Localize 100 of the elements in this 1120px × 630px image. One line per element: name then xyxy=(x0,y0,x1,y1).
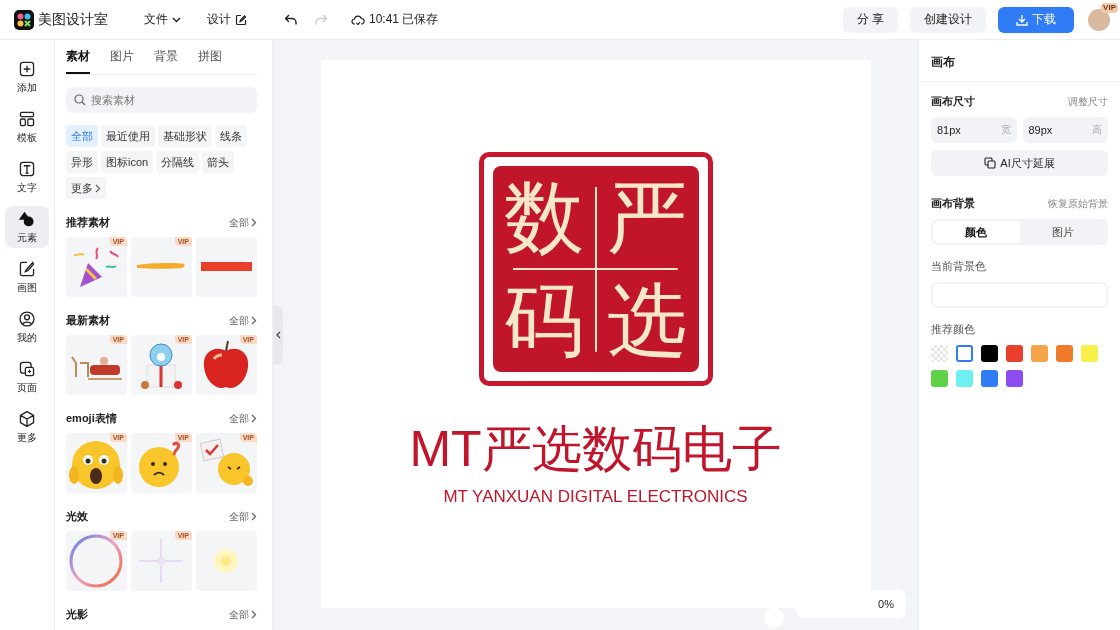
vip-badge: VIP xyxy=(1101,2,1118,13)
restore-background-link[interactable]: 恢复原始背景 xyxy=(1048,196,1108,211)
filter-chip[interactable]: 异形 xyxy=(66,151,98,173)
apple-drawing xyxy=(203,340,249,388)
plus-icon xyxy=(18,59,36,78)
color-swatch[interactable] xyxy=(956,345,973,362)
see-all-link[interactable]: 全部 xyxy=(229,607,257,622)
resize-icon xyxy=(984,157,997,169)
see-all-link[interactable]: 全部 xyxy=(229,215,257,230)
color-swatch[interactable] xyxy=(1006,370,1023,387)
sidebar-item[interactable]: 模板 xyxy=(5,106,49,148)
menu-item[interactable]: 设计 xyxy=(203,11,251,28)
tab[interactable]: 图片 xyxy=(110,47,134,74)
sidebar-item[interactable]: 添加 xyxy=(5,56,49,98)
filter-chip[interactable]: 全部 xyxy=(66,125,98,147)
field-label: 当前背景色 xyxy=(931,259,987,274)
filter-chip[interactable]: 基础形状 xyxy=(158,125,212,147)
confetti-drawing xyxy=(73,247,119,287)
bar-drawing xyxy=(201,262,252,271)
section-title: emoji表情 xyxy=(66,411,117,426)
layout-icon xyxy=(18,109,36,128)
download-button[interactable]: 下载 xyxy=(998,6,1074,33)
sidebar-item[interactable]: 更多 xyxy=(5,406,49,448)
color-swatch[interactable] xyxy=(981,345,998,362)
field-label: 推荐颜色 xyxy=(931,322,976,337)
section-label: 画布背景 xyxy=(931,196,975,211)
sticker-thumbnail[interactable] xyxy=(196,237,257,297)
unit-label: 高 xyxy=(1092,123,1102,137)
caret-icon xyxy=(172,16,181,23)
search-icon xyxy=(74,94,86,106)
edit-icon xyxy=(235,13,247,26)
ai-extend-button[interactable]: AI尺寸延展 xyxy=(931,150,1108,176)
filter-chip[interactable]: 最近使用 xyxy=(101,125,155,147)
transparent-swatch[interactable] xyxy=(931,345,948,362)
zoom-control[interactable]: 0% xyxy=(796,590,906,618)
color-swatch[interactable] xyxy=(1056,345,1073,362)
sparkle-drawing xyxy=(138,538,184,584)
emoji-scared-drawing xyxy=(69,441,123,489)
filter-chip[interactable]: 线条 xyxy=(215,125,247,147)
search-field[interactable]: 搜索素材 xyxy=(66,87,257,113)
action-button[interactable]: 分 享 xyxy=(842,6,898,33)
width-field[interactable]: 81px 宽 xyxy=(931,117,1017,143)
filter-chip[interactable]: 分隔线 xyxy=(156,151,200,173)
see-all-link[interactable]: 全部 xyxy=(229,313,257,328)
zoom-level: 0% xyxy=(878,598,894,610)
sticker-thumbnail[interactable] xyxy=(196,531,257,591)
chevron-icon xyxy=(251,414,257,423)
seal-character: 选 xyxy=(606,272,688,369)
see-all-link[interactable]: 全部 xyxy=(229,509,257,524)
cube-icon xyxy=(18,409,36,428)
download-icon xyxy=(1016,13,1028,26)
height-value: 89px xyxy=(1028,124,1053,136)
tab[interactable]: 素材 xyxy=(66,47,90,74)
chevron-left-icon xyxy=(275,331,281,339)
more-filters-button[interactable]: 更多 xyxy=(66,177,106,199)
unit-label: 宽 xyxy=(1000,123,1011,137)
app-logo xyxy=(14,9,34,30)
filter-chip[interactable]: 图标icon xyxy=(101,151,154,173)
text-icon xyxy=(18,159,36,178)
see-all-link[interactable]: 全部 xyxy=(229,411,257,426)
sidebar-item[interactable]: 画图 xyxy=(5,256,49,298)
height-field[interactable]: 89px 高 xyxy=(1022,117,1108,143)
seal-character: 严 xyxy=(606,169,688,266)
app-name: 美图设计室 xyxy=(38,10,108,29)
sidebar-item[interactable]: 文字 xyxy=(5,156,49,198)
stroke-drawing xyxy=(137,262,185,269)
tab[interactable]: 拼图 xyxy=(198,47,222,74)
emoji-thinking-drawing xyxy=(139,442,180,487)
panel-title: 画布 xyxy=(919,40,1120,82)
action-button[interactable]: 创建设计 xyxy=(910,6,986,33)
sidebar-item[interactable]: 元素 xyxy=(5,206,49,248)
width-value: 81px xyxy=(937,124,961,136)
tab[interactable]: 背景 xyxy=(154,47,178,74)
segment-tab[interactable]: 颜色 xyxy=(933,221,1020,243)
emoji-sign-drawing xyxy=(199,438,253,486)
seal-character: 码 xyxy=(503,272,585,369)
cloud-icon xyxy=(351,13,365,26)
filter-chip[interactable]: 箭头 xyxy=(202,151,235,173)
chevron-icon xyxy=(251,610,257,619)
logo-title: MT严选数码电子 xyxy=(409,422,782,477)
brush-icon xyxy=(18,259,36,278)
sidebar-item[interactable]: 页面 xyxy=(5,356,49,398)
color-swatch[interactable] xyxy=(1031,345,1048,362)
color-swatch[interactable] xyxy=(1006,345,1023,362)
segment-tab[interactable]: 图片 xyxy=(1019,221,1106,243)
user-icon xyxy=(18,309,36,328)
color-swatch[interactable] xyxy=(1081,345,1098,362)
avatar[interactable] xyxy=(1088,8,1110,31)
collapse-handle[interactable] xyxy=(273,305,283,365)
menu-item[interactable]: 文件 xyxy=(140,11,185,28)
sidebar-item[interactable]: 我的 xyxy=(5,306,49,348)
color-swatch[interactable] xyxy=(931,370,948,387)
section-title: 最新素材 xyxy=(66,313,110,328)
seal-character: 数 xyxy=(503,169,585,266)
color-swatch[interactable] xyxy=(981,370,998,387)
color-swatch[interactable] xyxy=(956,370,973,387)
resize-link[interactable]: 调整尺寸 xyxy=(1068,94,1108,109)
logo-subtitle: MT YANXUAN DIGITAL ELECTRONICS xyxy=(443,487,748,507)
save-status: 10:41 已保存 xyxy=(369,11,439,28)
bubble-drawing xyxy=(69,534,123,588)
